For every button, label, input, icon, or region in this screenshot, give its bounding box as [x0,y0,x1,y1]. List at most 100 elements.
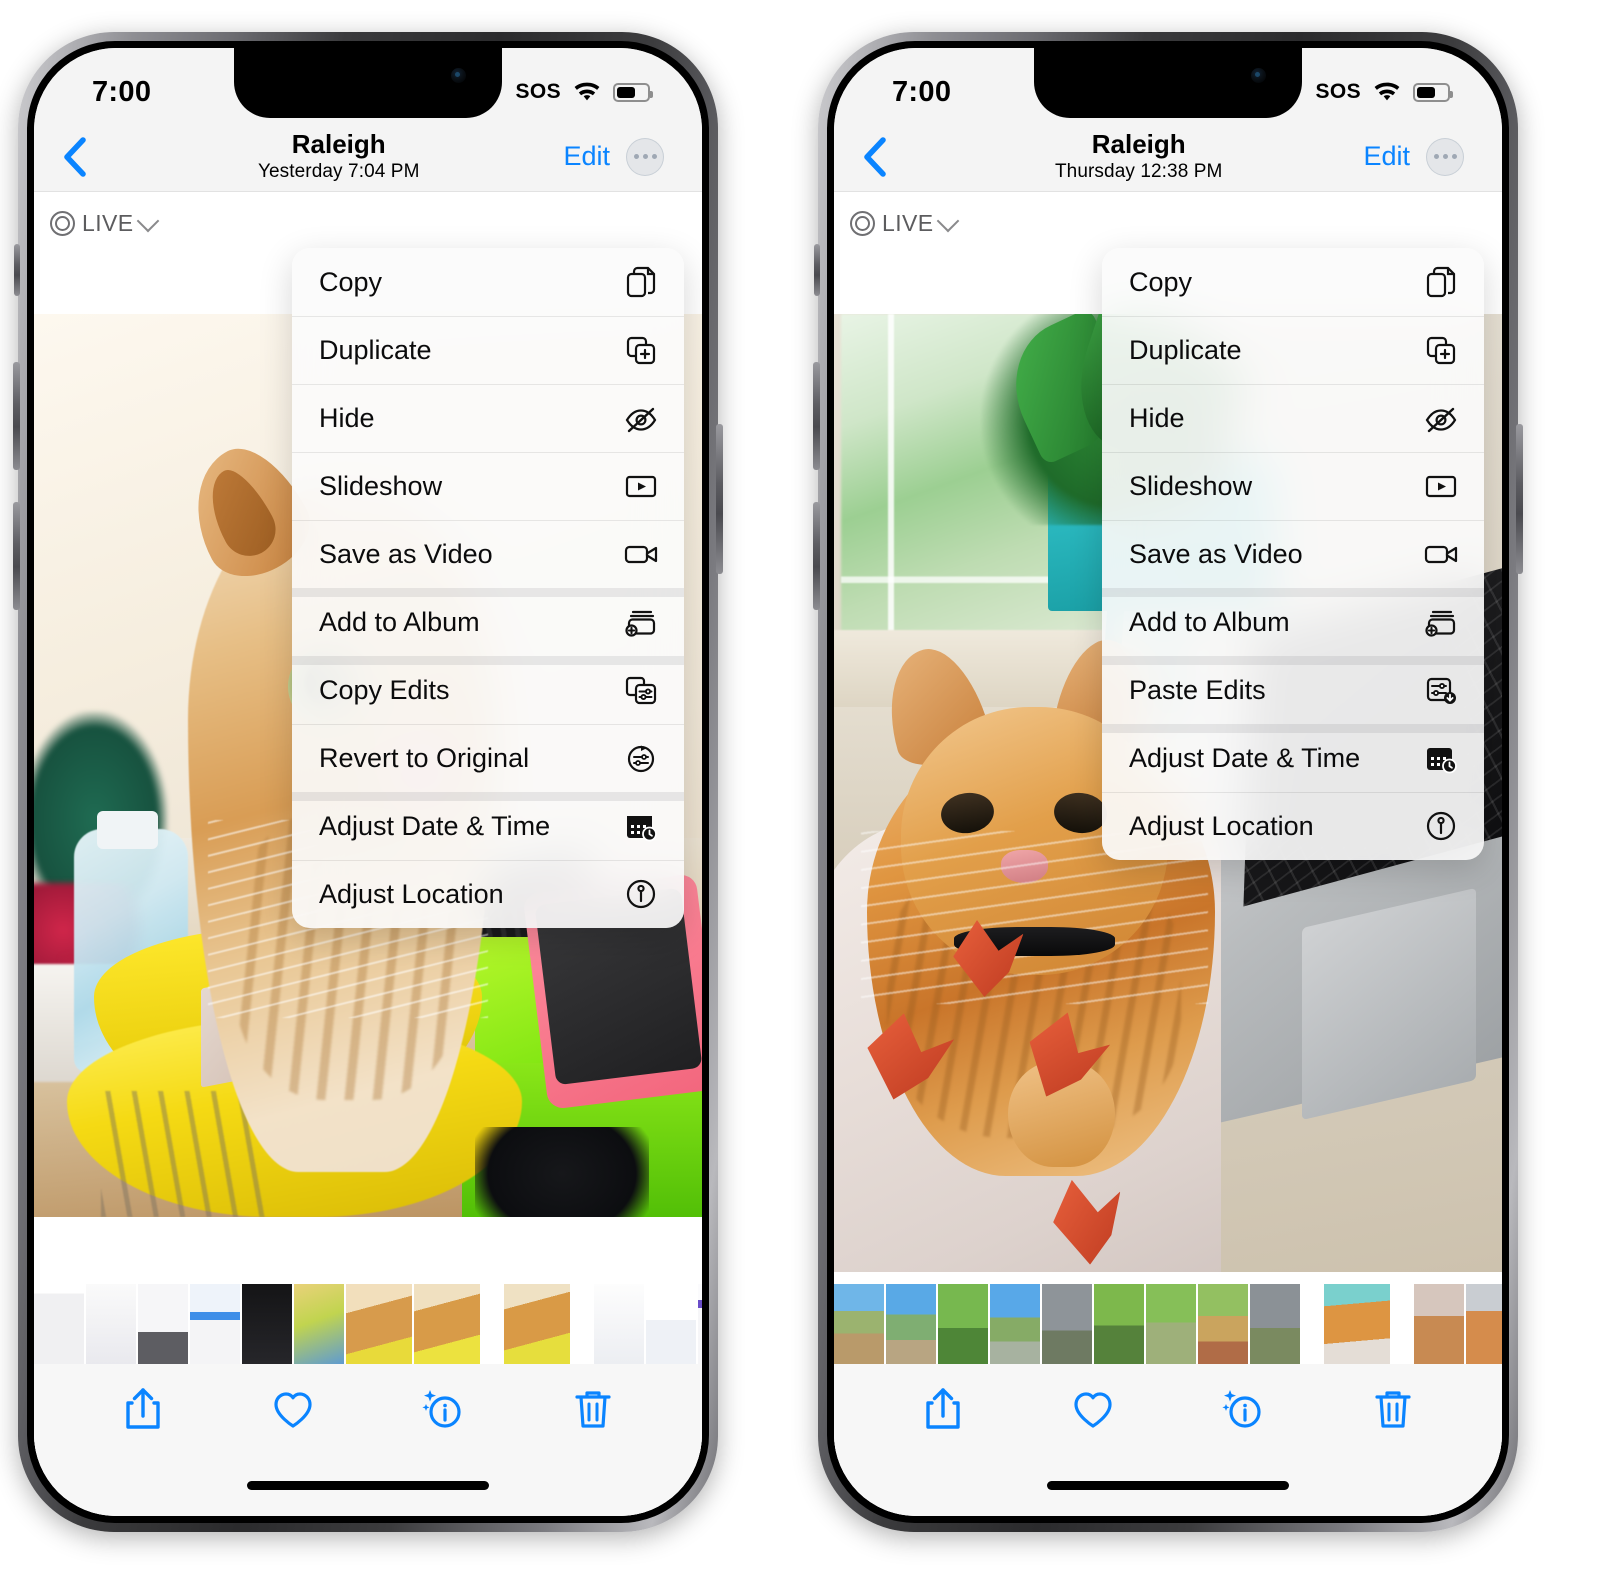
home-indicator[interactable] [1047,1481,1289,1490]
menu-item-hide[interactable]: Hide [292,384,684,452]
thumbnail[interactable] [86,1284,136,1364]
thumbnail[interactable] [990,1284,1040,1364]
thumbnail[interactable] [1094,1284,1144,1364]
delete-button[interactable] [1371,1385,1415,1433]
thumbnail[interactable] [34,1284,84,1364]
menu-item-hide[interactable]: Hide [1102,384,1484,452]
photo-viewer-right: LIVE Copy Duplicate Hide Slideshow Save … [834,192,1502,1516]
location-pin-icon [624,877,658,911]
info-button[interactable] [1221,1385,1265,1433]
menu-item-save-as-video[interactable]: Save as Video [1102,520,1484,588]
thumbnail[interactable] [138,1284,188,1364]
thumbnail-current[interactable] [1324,1284,1390,1364]
info-button[interactable] [421,1385,465,1433]
volume-down-button[interactable] [813,502,820,610]
filmstrip-left[interactable] [34,1284,702,1364]
menu-item-label: Adjust Date & Time [319,810,551,841]
menu-item-adjust-location[interactable]: Adjust Location [1102,792,1484,860]
menu-item-label: Copy [1129,266,1193,297]
menu-item-add-to-album[interactable]: Add to Album [1102,588,1484,656]
share-button[interactable] [121,1385,165,1433]
filmstrip-right[interactable] [834,1284,1502,1364]
thumbnail[interactable] [834,1284,884,1364]
volume-down-button[interactable] [13,502,20,610]
favorite-button[interactable] [271,1385,315,1433]
thumbnail[interactable] [886,1284,936,1364]
thumbnail[interactable] [1414,1284,1464,1364]
context-menu-left[interactable]: Copy Duplicate Hide Slideshow Save as Vi… [292,248,684,928]
thumbnail[interactable] [698,1284,702,1364]
menu-item-copy[interactable]: Copy [292,248,684,316]
volume-up-button[interactable] [813,362,820,470]
context-menu-right[interactable]: Copy Duplicate Hide Slideshow Save as Vi… [1102,248,1484,860]
menu-item-add-to-album[interactable]: Add to Album [292,588,684,656]
screenshot-root: 7:00 SOS Raleigh Yesterday 7:04 PM Edit … [0,0,1600,1569]
live-photo-badge-right[interactable]: LIVE [850,209,960,237]
thumbnail[interactable] [1042,1284,1092,1364]
menu-item-slideshow[interactable]: Slideshow [292,452,684,520]
menu-item-adjust-location[interactable]: Adjust Location [292,860,684,928]
more-options-button[interactable] [626,137,664,176]
thumbnail[interactable] [414,1284,480,1364]
status-time: 7:00 [892,75,952,108]
menu-item-save-as-video[interactable]: Save as Video [292,520,684,588]
delete-button[interactable] [571,1385,615,1433]
photo-viewer-left: LIVE Copy Duplicate Hide Slideshow Save … [34,192,702,1516]
live-photo-icon [850,211,875,236]
thumbnail[interactable] [190,1284,240,1364]
edit-button[interactable]: Edit [1363,141,1410,172]
thumbnail-current[interactable] [346,1284,412,1364]
copy-edits-icon [624,673,658,707]
notch [234,48,502,118]
thumbnail[interactable] [594,1284,644,1364]
menu-item-label: Save as Video [1129,538,1303,569]
phone-bezel: 7:00 SOS Raleigh Thursday 12:38 PM Edit … [827,41,1509,1523]
favorite-button[interactable] [1071,1385,1115,1433]
thumbnail[interactable] [1198,1284,1248,1364]
thumbnail[interactable] [242,1284,292,1364]
menu-item-copy[interactable]: Copy [1102,248,1484,316]
menu-item-label: Revert to Original [319,742,530,773]
chevron-down-icon [937,209,960,232]
menu-item-revert-to-original[interactable]: Revert to Original [292,724,684,792]
volume-up-button[interactable] [13,362,20,470]
chevron-left-icon [64,136,86,177]
nav-title-block: Raleigh Thursday 12:38 PM [914,130,1363,183]
thumbnail[interactable] [938,1284,988,1364]
photo-datetime: Thursday 12:38 PM [1054,161,1223,183]
share-button[interactable] [921,1385,965,1433]
menu-item-adjust-date-time[interactable]: Adjust Date & Time [292,792,684,860]
home-indicator[interactable] [247,1481,489,1490]
silence-switch[interactable] [814,244,820,296]
thumbnail[interactable] [294,1284,344,1364]
thumbnail[interactable] [1146,1284,1196,1364]
status-indicators: SOS [1315,80,1453,104]
thumbnail[interactable] [1250,1284,1300,1364]
more-options-button[interactable] [1426,137,1464,176]
power-button[interactable] [716,424,723,574]
menu-item-adjust-date-time[interactable]: Adjust Date & Time [1102,724,1484,792]
nav-actions: Edit [1363,137,1502,176]
silence-switch[interactable] [14,244,20,296]
nav-bar-right: Raleigh Thursday 12:38 PM Edit [834,122,1502,192]
play-rectangle-icon [1424,469,1458,503]
menu-item-slideshow[interactable]: Slideshow [1102,452,1484,520]
back-button[interactable] [834,136,914,178]
thumbnail[interactable] [504,1284,570,1364]
edit-button[interactable]: Edit [563,141,610,172]
back-button[interactable] [34,136,114,178]
menu-item-paste-edits[interactable]: Paste Edits [1102,656,1484,724]
thumbnail[interactable] [646,1284,696,1364]
iphone-left: 7:00 SOS Raleigh Yesterday 7:04 PM Edit … [13,32,723,1532]
toolbar-right [834,1364,1502,1454]
add-to-album-icon [624,605,658,639]
menu-item-duplicate[interactable]: Duplicate [292,316,684,384]
menu-item-copy-edits[interactable]: Copy Edits [292,656,684,724]
eye-slash-icon [1424,401,1458,435]
menu-item-duplicate[interactable]: Duplicate [1102,316,1484,384]
power-button[interactable] [1516,424,1523,574]
sos-label: SOS [1315,80,1361,103]
live-photo-badge-left[interactable]: LIVE [50,209,160,237]
thumbnail[interactable] [1466,1284,1502,1364]
menu-item-label: Copy Edits [319,674,450,705]
